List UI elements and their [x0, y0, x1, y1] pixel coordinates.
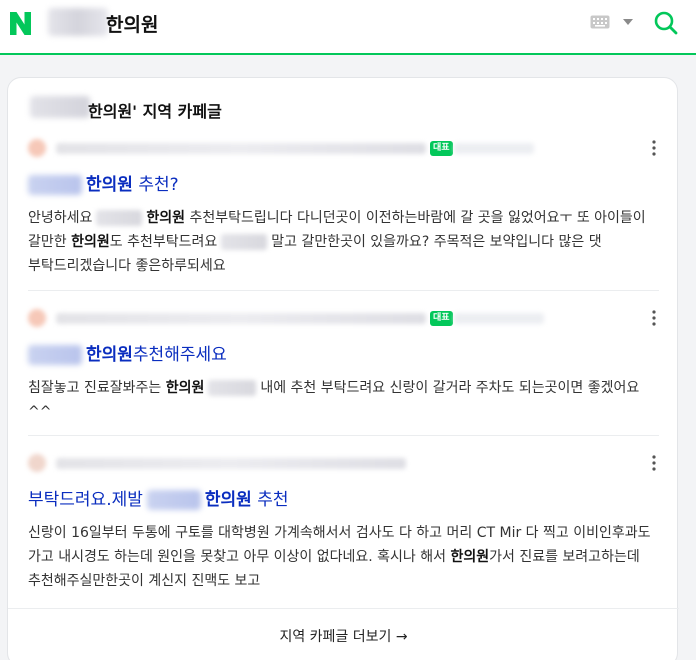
cafe-avatar[interactable] [28, 454, 46, 472]
cafe-posts-card: 한의원' 지역 카페글 대표 한의원 추천? 안녕하세요 한의원 추천부탁드립니다… [7, 77, 679, 660]
caret-down-icon[interactable] [622, 17, 634, 27]
title-keyword: 한의원 [86, 175, 133, 195]
post-date-redacted [454, 143, 534, 154]
more-cafe-posts-link[interactable]: 지역 카페글 더보기 → [8, 608, 679, 660]
keyboard-icon[interactable] [590, 15, 610, 29]
post-snippet[interactable]: 안녕하세요 한의원 추천부탁드립니다 다니던곳이 이전하는바람에 갈 곳을 잃었어… [28, 206, 660, 278]
card-title: 한의원' 지역 카페글 [88, 102, 222, 121]
query-redacted [48, 8, 108, 36]
title-redacted [28, 175, 82, 195]
post-source [28, 451, 660, 475]
snippet-text: 도 추천부탁드려요 [109, 234, 218, 250]
card-title-redacted [30, 96, 90, 118]
cafe-avatar[interactable] [28, 139, 46, 157]
representative-badge: 대표 [430, 141, 453, 156]
more-options-icon[interactable] [651, 309, 657, 327]
title-text: 추천 [251, 490, 289, 510]
title-keyword: 한의원 [204, 490, 252, 510]
title-text: 추천? [132, 175, 179, 195]
title-redacted [28, 345, 82, 365]
title-redacted [146, 490, 201, 510]
snippet-redacted [208, 380, 257, 396]
search-icon[interactable] [653, 10, 679, 36]
title-text: 추천해주세요 [132, 345, 227, 365]
snippet-text: 안녕하세요 [28, 210, 93, 226]
snippet-redacted [96, 210, 143, 226]
title-text: 부탁드려요.제발 [28, 490, 143, 510]
search-header: 한의원 [0, 0, 696, 55]
naver-logo-icon[interactable] [8, 11, 33, 36]
post-snippet[interactable]: 침잘놓고 진료잘봐주는 한의원 내에 추천 부탁드려요 신랑이 갈거라 주차도 되… [28, 376, 660, 424]
snippet-keyword: 한의원 [450, 549, 490, 565]
cafe-post: 대표 한의원 추천? 안녕하세요 한의원 추천부탁드립니다 다니던곳이 이전하는바… [28, 136, 660, 278]
cafe-name-redacted[interactable] [56, 313, 426, 324]
title-keyword: 한의원 [86, 345, 133, 365]
post-date-redacted [454, 313, 544, 324]
cafe-post: 부탁드려요.제발 한의원 추천 신랑이 16일부터 두통에 구토를 대학병원 가계… [28, 451, 660, 593]
post-title-link[interactable]: 한의원 추천? [28, 172, 660, 198]
snippet-redacted [221, 234, 268, 250]
cafe-post: 대표 한의원추천해주세요 침잘놓고 진료잘봐주는 한의원 내에 추천 부탁드려요 … [28, 306, 660, 424]
post-snippet[interactable]: 신랑이 16일부터 두통에 구토를 대학병원 가계속해서서 검사도 다 하고 머… [28, 521, 660, 593]
post-title-link[interactable]: 부탁드려요.제발 한의원 추천 [28, 487, 660, 513]
snippet-keyword: 한의원 [165, 380, 205, 396]
post-source: 대표 [28, 306, 660, 330]
search-query-text[interactable]: 한의원 [106, 10, 158, 37]
more-options-icon[interactable] [651, 139, 657, 157]
snippet-keyword: 한의원 [146, 210, 186, 226]
post-divider [28, 435, 659, 436]
post-divider [28, 290, 659, 291]
cafe-name-redacted[interactable] [56, 143, 426, 154]
cafe-avatar[interactable] [28, 309, 46, 327]
cafe-name-redacted[interactable] [56, 458, 406, 469]
snippet-keyword: 한의원 [71, 234, 110, 250]
snippet-text: 침잘놓고 진료잘봐주는 [28, 380, 166, 396]
post-title-link[interactable]: 한의원추천해주세요 [28, 342, 660, 368]
more-options-icon[interactable] [651, 454, 657, 472]
post-source: 대표 [28, 136, 660, 160]
representative-badge: 대표 [430, 311, 453, 326]
